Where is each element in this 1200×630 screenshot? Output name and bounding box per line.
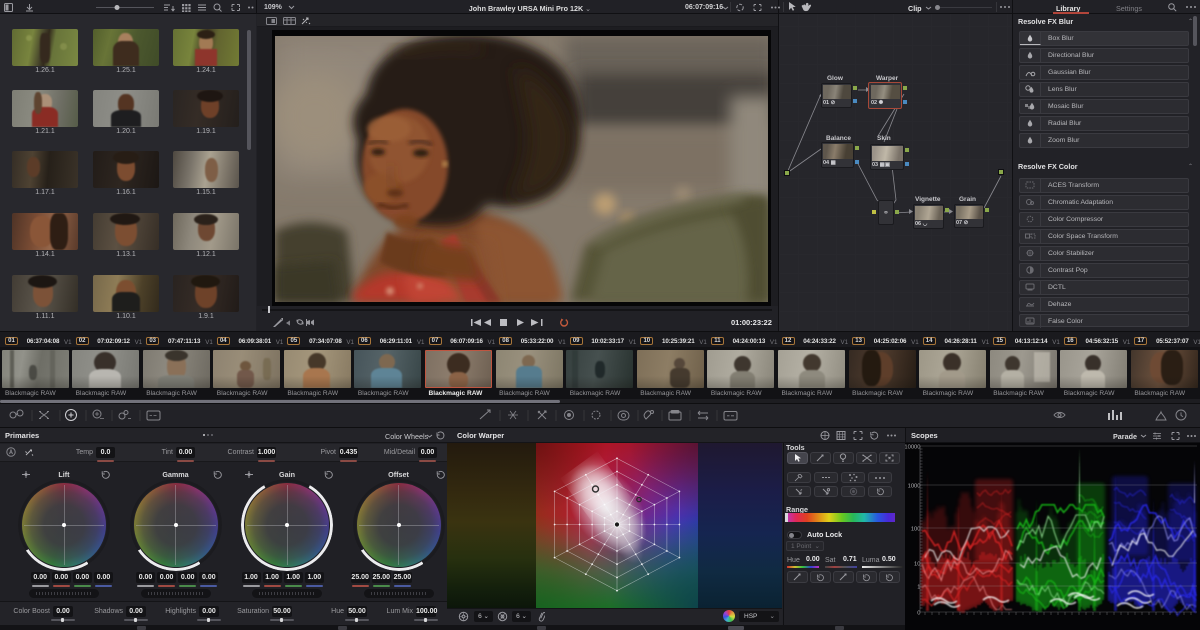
- svg-text:10000: 10000: [905, 444, 921, 450]
- svg-text:10: 10: [914, 561, 920, 567]
- svg-text:100: 100: [911, 526, 921, 532]
- svg-text:1000: 1000: [908, 483, 921, 489]
